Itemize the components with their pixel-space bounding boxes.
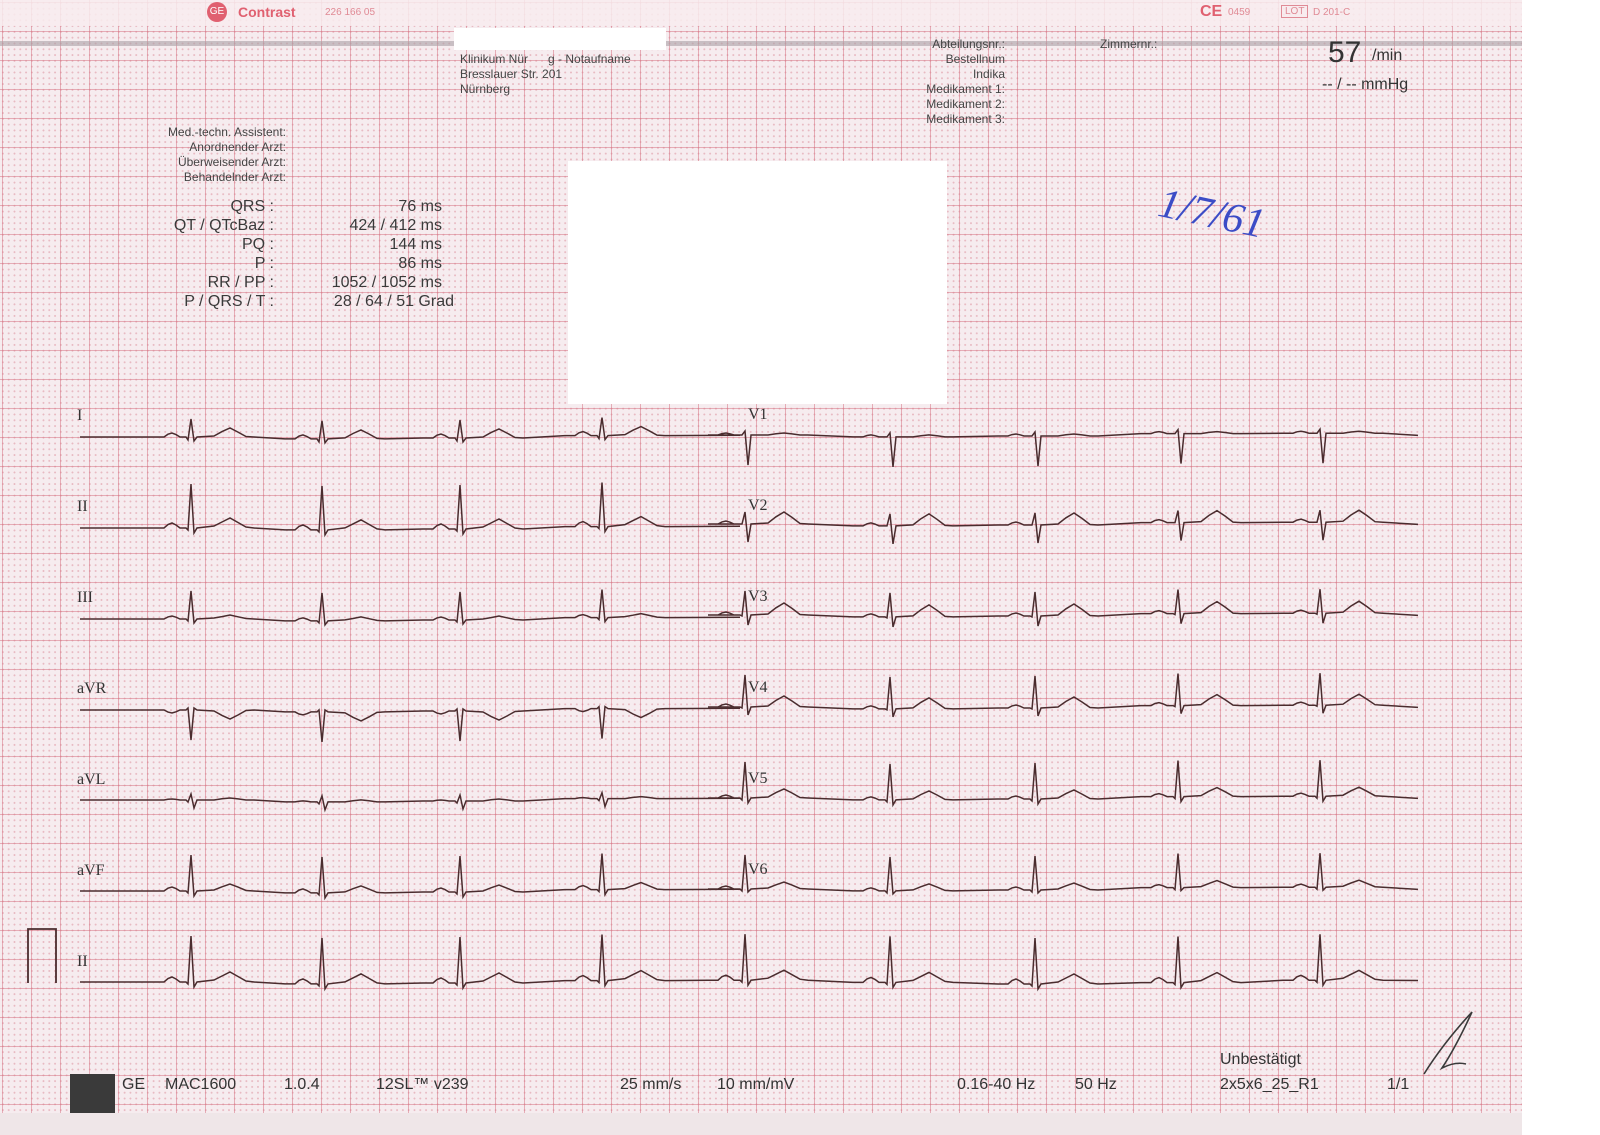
trace-lead-I <box>80 417 741 445</box>
lead-label-V5: V5 <box>748 770 768 787</box>
footer-status: Unbestätigt <box>1220 1051 1301 1068</box>
footer-mains: 50 Hz <box>1075 1076 1117 1093</box>
trace-lead-aVL <box>80 789 741 813</box>
footer-paper-speed: 25 mm/s <box>620 1076 682 1093</box>
ecg-traces <box>27 417 1419 992</box>
lead-label-V2: V2 <box>748 497 768 514</box>
trace-lead-aVR <box>80 704 741 742</box>
footer-gain: 10 mm/mV <box>717 1076 795 1093</box>
footer-page: 1/1 <box>1387 1076 1410 1093</box>
right-margin <box>1522 0 1600 1135</box>
trace-lead-V2 <box>708 509 1419 545</box>
lead-label-II: II <box>77 498 88 515</box>
trace-lead-V6 <box>708 853 1419 896</box>
lead-label-aVR: aVR <box>77 680 107 697</box>
footer-format: 2x5x6_25_R1 <box>1220 1076 1319 1093</box>
footer-vendor: GE <box>122 1076 146 1093</box>
footer-model: MAC1600 <box>165 1076 237 1093</box>
trace-lead-III <box>80 589 741 627</box>
footer-program: 12SL™ v239 <box>376 1076 469 1093</box>
lead-label-V1: V1 <box>748 406 768 423</box>
lead-label-aVF: aVF <box>77 862 105 879</box>
footer-filter: 0.16-40 Hz <box>957 1076 1036 1093</box>
trace-rhythm-II <box>80 934 1419 992</box>
bottom-margin <box>0 1113 1522 1135</box>
device-block <box>70 1074 115 1113</box>
lead-label-V6: V6 <box>748 861 768 878</box>
calibration-pulse <box>27 928 57 983</box>
trace-lead-aVF <box>80 853 741 901</box>
trace-lead-V1 <box>708 427 1419 467</box>
lead-label-V3: V3 <box>748 588 768 605</box>
trace-lead-V4 <box>708 673 1419 718</box>
footer-version: 1.0.4 <box>284 1076 320 1093</box>
lead-label-V4: V4 <box>748 679 768 696</box>
trace-lead-V3 <box>708 589 1419 628</box>
signature-mark <box>1423 1011 1473 1075</box>
lead-label-rhythm-II: II <box>77 953 88 970</box>
lead-label-III: III <box>77 589 93 606</box>
trace-lead-V5 <box>708 760 1419 808</box>
lead-label-aVL: aVL <box>77 771 106 788</box>
trace-lead-II <box>80 482 741 538</box>
lead-label-I: I <box>77 407 83 424</box>
